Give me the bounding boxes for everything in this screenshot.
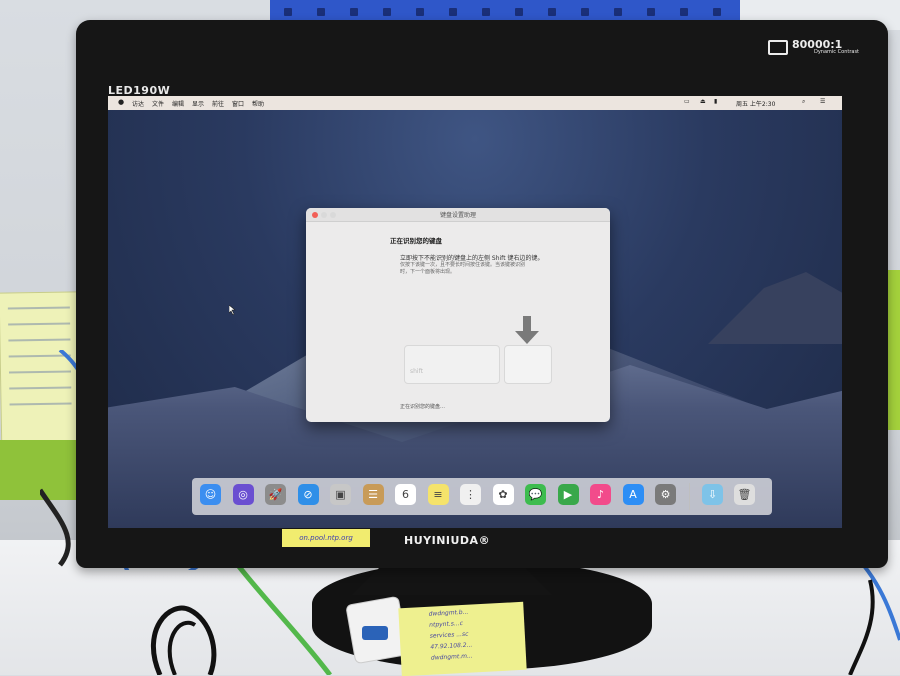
pegboard-hole	[383, 8, 391, 16]
photo-booth-icon[interactable]: ▣	[330, 484, 351, 505]
note-line: ntpynt.s...c	[429, 619, 464, 629]
pegboard-hole	[680, 8, 688, 16]
note-line: services ...sc	[429, 630, 469, 640]
facetime-icon[interactable]: ▶	[557, 484, 579, 505]
menu-clock[interactable]: 周五 上午2:30	[736, 99, 775, 108]
note-line: dwdngmt.m...	[430, 652, 473, 662]
pegboard-hole	[647, 8, 655, 16]
contrast-icon	[768, 40, 788, 55]
finder-icon[interactable]: ☺	[200, 484, 221, 505]
menu-item-go[interactable]: 前往	[212, 99, 224, 108]
battery-icon[interactable]: ▮	[714, 98, 717, 105]
contacts-icon[interactable]: ☰	[362, 484, 384, 505]
apple-icon[interactable]: ●	[118, 98, 124, 106]
down-arrow-icon	[515, 316, 539, 344]
shift-key	[404, 345, 500, 384]
notes-icon[interactable]: ≡	[427, 484, 449, 505]
dialog-heading: 正在识别您的键盘	[390, 237, 442, 245]
menu-item-help[interactable]: 帮助	[252, 99, 264, 108]
system-preferences-icon[interactable]: ⚙	[655, 484, 676, 505]
app-store-icon[interactable]: A	[622, 484, 644, 505]
list-icon[interactable]: ☰	[820, 98, 825, 105]
wallpaper-dune	[708, 272, 842, 344]
black-cable-coil	[151, 605, 217, 675]
ntp-sticker: on.pool.ntp.org	[282, 529, 370, 547]
note-line: dwdngmt.b...	[428, 608, 469, 618]
pegboard-hole	[350, 8, 358, 16]
calendar-icon[interactable]: 6	[395, 484, 416, 505]
pegboard-hole	[284, 8, 292, 16]
menu-item-window[interactable]: 窗口	[232, 99, 244, 108]
pegboard-hole	[482, 8, 490, 16]
pegboard-hole	[713, 8, 721, 16]
contrast-subtitle: Dynamic Contrast	[814, 49, 860, 55]
menu-item-file[interactable]: 文件	[152, 99, 164, 108]
messages-icon[interactable]: 💬	[525, 484, 546, 505]
menu-bar: ● 访达 文件 编辑 显示 前往 窗口 帮助 ▭ ⏏ ▮ 周五 上午2:30 ⌕…	[108, 96, 842, 110]
pegboard-hole	[515, 8, 523, 16]
contrast-ratio-label: 80000:1 Dynamic Contrast	[792, 38, 860, 55]
dock: ☺ ◎ 🚀 ⊘ ▣ ☰ 6 ≡ ⋮ ✿ 💬 ▶ ♪ A ⚙ ⇩ 🗑	[192, 478, 772, 515]
mouse-pointer-icon	[229, 305, 236, 315]
target-key	[504, 345, 552, 384]
dock-separator	[689, 483, 690, 510]
pegboard-hole	[449, 8, 457, 16]
airplay-icon[interactable]: ▭	[684, 98, 690, 105]
itunes-icon[interactable]: ♪	[590, 484, 611, 505]
trash-icon[interactable]: 🗑	[734, 484, 755, 505]
pegboard-hole	[317, 8, 325, 16]
menu-item-finder[interactable]: 访达	[132, 99, 144, 108]
screen: ● 访达 文件 编辑 显示 前往 窗口 帮助 ▭ ⏏ ▮ 周五 上午2:30 ⌕…	[108, 96, 842, 528]
pegboard-hole	[614, 8, 622, 16]
downloads-folder-icon[interactable]: ⇩	[702, 484, 723, 505]
menu-item-edit[interactable]: 编辑	[172, 99, 184, 108]
dialog-status: 正在识别您的键盘…	[400, 404, 446, 410]
dialog-instruction: 立即按下不能识别的键盘上的左侧 Shift 键右边的键。	[400, 255, 544, 262]
eject-icon[interactable]: ⏏	[700, 98, 706, 105]
sticky-note-desk: dwdngmt.b... ntpynt.s...c services ...sc…	[398, 601, 527, 676]
menu-item-view[interactable]: 显示	[192, 99, 204, 108]
monitor-brand-label: HUYINIUDA®	[404, 534, 491, 547]
siri-icon[interactable]: ◎	[232, 484, 254, 505]
pegboard-hole	[416, 8, 424, 16]
pegboard-hole	[548, 8, 556, 16]
note-line: 47.92.108.2...	[430, 641, 473, 651]
search-icon[interactable]: ⌕	[802, 98, 805, 106]
reminders-icon[interactable]: ⋮	[460, 484, 481, 505]
launchpad-icon[interactable]: 🚀	[265, 484, 286, 505]
photos-icon[interactable]: ✿	[492, 484, 514, 505]
vga-port	[362, 626, 388, 640]
dialog-note: 仅按下该键一次，且不要长时间按住该键。当该键被识别时，下一个面板将出现。	[400, 262, 526, 275]
keyboard-setup-dialog: 键盘设置助理 正在识别您的键盘 立即按下不能识别的键盘上的左侧 Shift 键右…	[306, 208, 610, 422]
shift-key-label: shift	[410, 368, 423, 375]
dialog-title: 键盘设置助理	[439, 212, 476, 219]
safari-icon[interactable]: ⊘	[297, 484, 319, 505]
pegboard-hole	[581, 8, 589, 16]
